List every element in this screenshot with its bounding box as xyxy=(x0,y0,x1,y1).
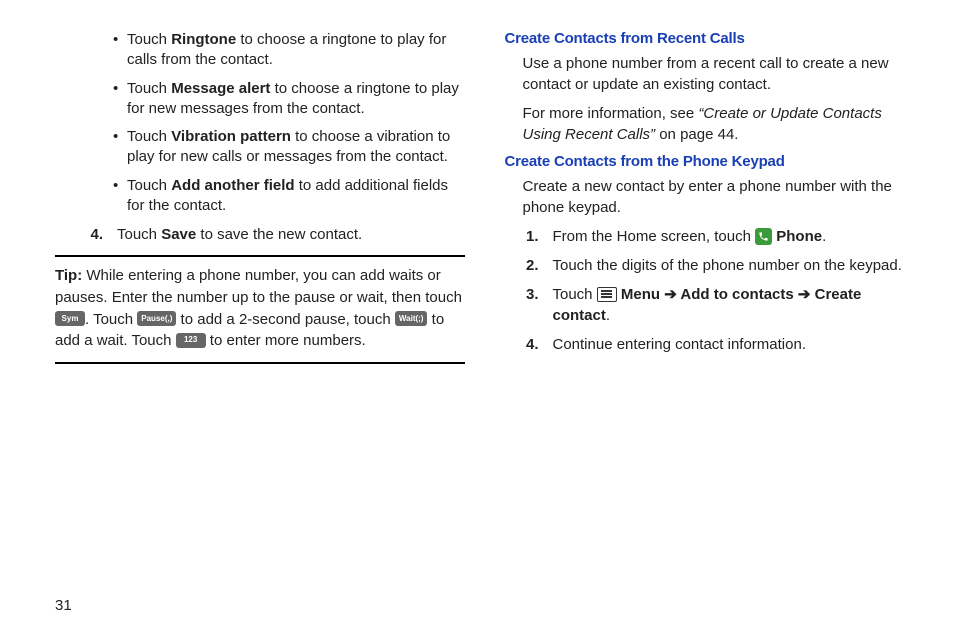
bullet-item: Touch Ringtone to choose a ringtone to p… xyxy=(115,30,465,71)
text: From the Home screen, touch xyxy=(553,228,756,245)
bold: Vibration pattern xyxy=(171,128,291,145)
bullet-item: Touch Message alert to choose a ringtone… xyxy=(115,79,465,120)
text: Continue entering contact information. xyxy=(553,336,806,353)
text: . Touch xyxy=(85,311,137,328)
text: While entering a phone number, you can a… xyxy=(55,267,462,306)
paragraph: Create a new contact by enter a phone nu… xyxy=(523,176,915,218)
numbers-key-icon: 123 xyxy=(176,333,206,348)
step-item: 1. From the Home screen, touch Phone. xyxy=(505,226,915,247)
tip-label: Tip: xyxy=(55,267,86,284)
step-number: 3. xyxy=(505,284,553,326)
text: Touch xyxy=(117,226,161,243)
divider xyxy=(55,362,465,364)
section-heading: Create Contacts from the Phone Keypad xyxy=(505,153,915,170)
paragraph: Use a phone number from a recent call to… xyxy=(523,53,915,95)
step-item: 4. Continue entering contact information… xyxy=(505,334,915,355)
text: Touch the digits of the phone number on … xyxy=(553,257,902,274)
bold: Add another field xyxy=(171,177,294,194)
bold: Message alert xyxy=(171,80,270,97)
tip-box: Tip: While entering a phone number, you … xyxy=(55,265,465,352)
step-item: 2. Touch the digits of the phone number … xyxy=(505,255,915,276)
text: on page 44. xyxy=(655,126,738,143)
wait-key-icon: Wait(;) xyxy=(395,311,428,326)
text: Touch xyxy=(127,31,171,48)
sym-key-icon: Sym xyxy=(55,311,85,326)
paragraph: For more information, see “Create or Upd… xyxy=(523,103,915,145)
menu-icon xyxy=(597,287,617,302)
section-heading: Create Contacts from Recent Calls xyxy=(505,30,915,47)
text: Touch xyxy=(127,80,171,97)
text: Touch xyxy=(127,128,171,145)
bold: Ringtone xyxy=(171,31,236,48)
text: . xyxy=(606,307,610,324)
text: For more information, see xyxy=(523,105,699,122)
text: . xyxy=(822,228,826,245)
step-number: 4. xyxy=(83,224,117,245)
bold: Phone xyxy=(772,228,822,245)
bullet-item: Touch Add another field to add additiona… xyxy=(115,176,465,217)
step-number: 4. xyxy=(505,334,553,355)
phone-icon xyxy=(755,228,772,245)
step-number: 2. xyxy=(505,255,553,276)
page-number: 31 xyxy=(55,597,72,614)
text: Touch xyxy=(127,177,171,194)
step-number: 1. xyxy=(505,226,553,247)
step-item: 3. Touch Menu ➔ Add to contacts ➔ Create… xyxy=(505,284,915,326)
step-item: 4. Touch Save to save the new contact. xyxy=(83,224,465,245)
bullet-item: Touch Vibration pattern to choose a vibr… xyxy=(115,127,465,168)
bullet-list: Touch Ringtone to choose a ringtone to p… xyxy=(55,30,465,216)
text: to save the new contact. xyxy=(196,226,362,243)
text: to add a 2-second pause, touch xyxy=(176,311,395,328)
pause-key-icon: Pause(,) xyxy=(137,311,176,326)
text: Touch xyxy=(553,286,597,303)
bold: Save xyxy=(161,226,196,243)
divider xyxy=(55,255,465,257)
text: to enter more numbers. xyxy=(206,332,366,349)
